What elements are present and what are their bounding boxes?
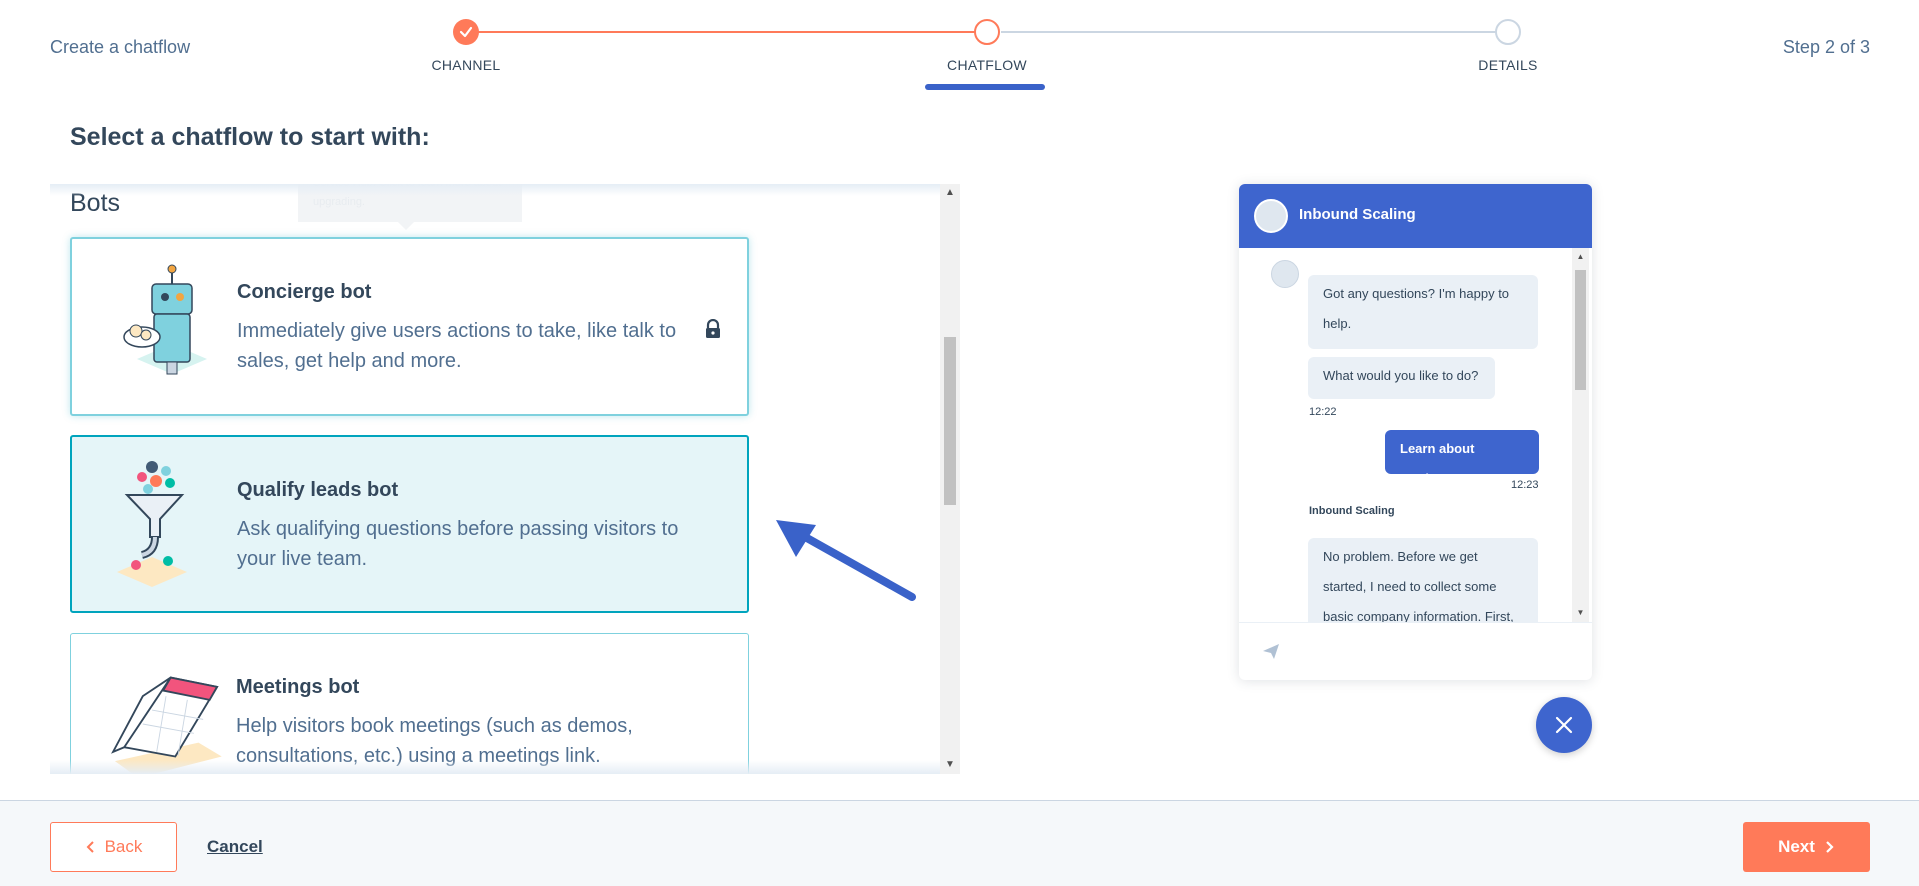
send-icon[interactable] — [1261, 641, 1281, 661]
card-description: Ask qualifying questions before passing … — [237, 518, 679, 570]
robot-waiter-icon — [123, 264, 207, 375]
card-description: Help visitors book meetings (such as dem… — [236, 715, 633, 767]
step-channel-label[interactable]: CHANNEL — [386, 57, 546, 73]
user-message: Learn about products — [1385, 430, 1539, 486]
card-title: Concierge bot — [237, 281, 372, 303]
wizard-footer: Back Cancel Next — [0, 800, 1919, 886]
message-timestamp: 12:22 — [1309, 406, 1337, 418]
chat-avatar — [1254, 199, 1288, 233]
back-label: Back — [104, 837, 143, 856]
bot-avatar — [1271, 260, 1299, 288]
scroll-thumb[interactable] — [944, 337, 956, 505]
progress-line-complete — [466, 31, 987, 33]
chevron-right-icon — [1826, 841, 1834, 853]
message-sender: Inbound Scaling — [1309, 505, 1395, 517]
chatflow-card-meetings-bot[interactable]: Meetings bot Help visitors book meetings… — [70, 633, 749, 774]
chat-scrollbar[interactable]: ▲ ▼ — [1572, 248, 1589, 622]
scroll-up-arrow-icon[interactable]: ▲ — [940, 184, 960, 202]
list-scrollbar[interactable]: ▲ ▼ — [940, 184, 960, 774]
card-title: Meetings bot — [236, 676, 360, 698]
bot-message: No problem. Before we get started, I nee… — [1308, 538, 1538, 622]
upgrade-tooltip: Knowledge Center is available in Service… — [298, 184, 522, 230]
step-details-dot — [1495, 19, 1521, 45]
current-step-indicator — [925, 84, 1045, 90]
step-details-label: DETAILS — [1478, 57, 1538, 73]
wizard-header: Create a chatflow CHANNEL CHATFLOW DETAI… — [0, 0, 1919, 100]
scroll-thumb[interactable] — [1575, 270, 1586, 390]
chatflow-card-qualify-leads-bot[interactable]: Qualify leads bot Ask qualifying questio… — [70, 435, 749, 613]
step-count: Step 2 of 3 — [1782, 37, 1870, 57]
chat-title: Inbound Scaling — [1299, 206, 1416, 223]
step-channel-dot[interactable] — [453, 19, 479, 45]
chat-messages: Got any questions? I'm happy to help. Wh… — [1239, 248, 1592, 622]
next-label: Next — [1778, 837, 1815, 856]
step-chatflow-dot[interactable] — [974, 19, 1000, 45]
chatflow-list: Bots Knowledge Center is available in Se… — [50, 184, 960, 774]
checkmark-icon — [459, 26, 473, 38]
next-button[interactable]: Next — [1743, 822, 1870, 872]
card-title: Qualify leads bot — [237, 479, 399, 501]
back-button[interactable]: Back — [50, 822, 177, 872]
chat-preview-window: Inbound Scaling Got any questions? I'm h… — [1239, 184, 1592, 680]
scroll-down-arrow-icon[interactable]: ▼ — [1572, 604, 1589, 622]
annotation-arrow-icon — [776, 520, 916, 601]
chat-close-button[interactable] — [1536, 697, 1592, 753]
section-heading-bots: Bots — [70, 189, 121, 217]
calendar-icon — [111, 676, 222, 774]
chatflow-card-concierge-bot[interactable]: Concierge bot Immediately give users act… — [70, 237, 749, 416]
bot-message: Got any questions? I'm happy to help. — [1308, 275, 1538, 349]
scroll-up-arrow-icon[interactable]: ▲ — [1572, 248, 1589, 266]
chat-input-area[interactable] — [1239, 622, 1592, 680]
card-description: Immediately give users actions to take, … — [237, 320, 677, 372]
bot-message: What would you like to do? — [1308, 357, 1495, 399]
wizard-title: Create a chatflow — [50, 37, 191, 57]
chevron-left-icon — [86, 841, 94, 853]
progress-line-remaining — [1001, 31, 1508, 33]
step-chatflow-label[interactable]: CHATFLOW — [907, 57, 1067, 73]
close-icon — [1555, 716, 1573, 734]
scroll-down-arrow-icon[interactable]: ▼ — [940, 756, 960, 774]
chat-header: Inbound Scaling — [1239, 184, 1592, 248]
funnel-icon — [117, 461, 187, 587]
page-title: Select a chatflow to start with: — [70, 123, 430, 151]
message-timestamp: 12:23 — [1511, 479, 1539, 491]
lock-icon — [706, 319, 720, 338]
cancel-link[interactable]: Cancel — [207, 837, 263, 857]
